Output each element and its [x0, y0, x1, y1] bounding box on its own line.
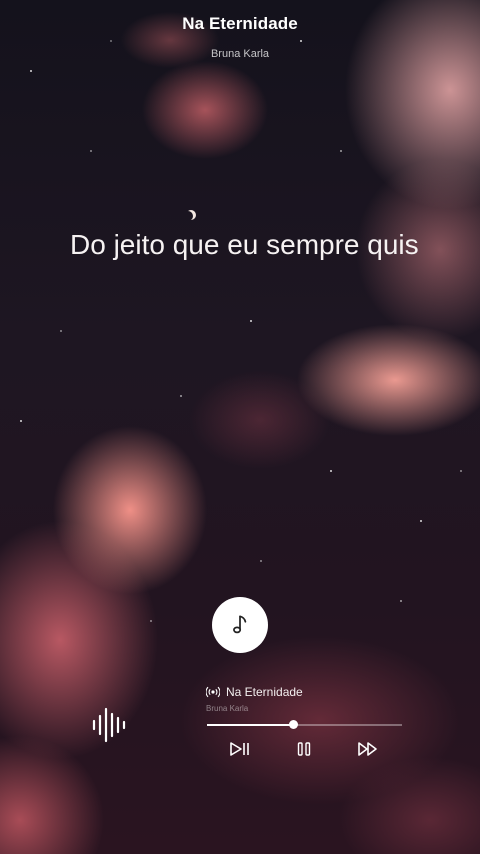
progress-bar[interactable] — [207, 720, 402, 729]
player-artist-name: Bruna Karla — [206, 704, 249, 713]
crescent-moon-icon — [183, 211, 193, 221]
artist-name: Bruna Karla — [210, 48, 270, 60]
music-note-button[interactable] — [212, 597, 268, 653]
fast-forward-icon — [358, 742, 377, 756]
progress-handle[interactable] — [288, 720, 298, 729]
fast-forward-button[interactable] — [356, 739, 380, 759]
sound-wave-icon — [92, 707, 126, 743]
song-title: Na Eternidade — [182, 14, 298, 33]
music-note-icon — [233, 615, 247, 634]
radio-broadcast-icon — [206, 686, 220, 698]
skip-to-start-button[interactable] — [228, 739, 252, 759]
pause-button[interactable] — [292, 739, 316, 759]
player-song-title: Na Eternidade — [226, 685, 303, 699]
pause-icon — [297, 742, 311, 756]
now-playing-info: Na Eternidade — [206, 685, 303, 699]
progress-fill — [207, 724, 293, 726]
lyric-line: Do jeito que eu sempre quis — [70, 229, 419, 260]
skip-to-start-icon — [230, 742, 249, 756]
